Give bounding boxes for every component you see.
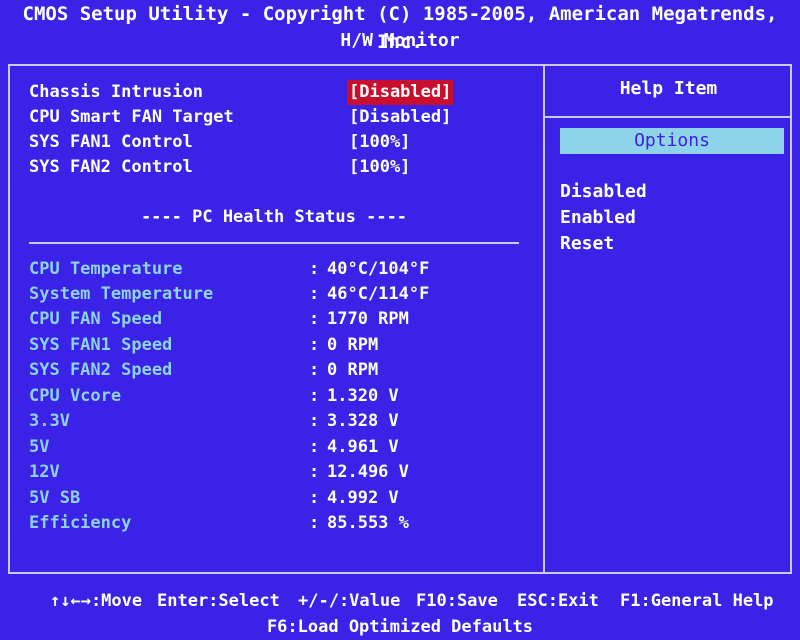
setting-sys-fan2-control[interactable]: SYS FAN2 Control [100%]: [29, 155, 449, 180]
hotkey-value: +/-/:Value: [298, 591, 401, 611]
help-item-title: Help Item: [619, 78, 718, 99]
health-separator: :: [309, 309, 320, 329]
health-row: CPU Vcore : 1.320 V: [29, 384, 509, 409]
health-row: CPU Temperature : 40°C/104°F: [29, 257, 509, 282]
health-value: 40°C/104°F: [327, 259, 430, 279]
setting-value-selected[interactable]: [Disabled]: [347, 80, 454, 105]
health-row: 5V SB : 4.992 V: [29, 486, 509, 511]
health-row: 3.3V : 3.328 V: [29, 409, 509, 434]
health-separator: :: [309, 259, 320, 279]
health-separator: :: [309, 488, 320, 508]
app-title: CMOS Setup Utility - Copyright (C) 1985-…: [0, 0, 800, 53]
health-row: Efficiency : 85.553 %: [29, 511, 509, 536]
setting-label: CPU Smart FAN Target: [29, 107, 234, 127]
setting-value[interactable]: [100%]: [347, 155, 412, 180]
hotkey-bar: ↑↓←→:Move Enter:Select +/-/:Value F10:Sa…: [0, 588, 800, 637]
health-label: 5V SB: [29, 488, 81, 508]
option-item[interactable]: Reset: [560, 231, 780, 257]
health-value: 0 RPM: [327, 360, 379, 380]
section-divider: [29, 242, 519, 244]
health-value: 4.992 V: [327, 488, 399, 508]
setting-value[interactable]: [100%]: [347, 130, 412, 155]
health-label: SYS FAN2 Speed: [29, 360, 173, 380]
page-title: H/W Monitor: [340, 30, 460, 51]
health-label: CPU Vcore: [29, 386, 122, 406]
setting-sys-fan1-control[interactable]: SYS FAN1 Control [100%]: [29, 130, 449, 155]
health-separator: :: [309, 411, 320, 431]
health-section-title: ---- PC Health Status ----: [140, 207, 408, 227]
hotkey-move: ↑↓←→:Move: [50, 591, 143, 611]
setting-label: SYS FAN1 Control: [29, 132, 193, 152]
health-value: 85.553 %: [327, 513, 409, 533]
health-label: SYS FAN1 Speed: [29, 335, 173, 355]
health-row: System Temperature : 46°C/114°F: [29, 282, 509, 307]
health-separator: :: [309, 335, 320, 355]
setting-value[interactable]: [Disabled]: [347, 105, 453, 130]
health-value: 1770 RPM: [327, 309, 409, 329]
options-header: Options: [560, 128, 784, 154]
health-row: SYS FAN2 Speed : 0 RPM: [29, 358, 509, 383]
health-label: CPU FAN Speed: [29, 309, 163, 329]
health-row: SYS FAN1 Speed : 0 RPM: [29, 333, 509, 358]
health-value: 3.328 V: [327, 411, 399, 431]
health-value: 1.320 V: [327, 386, 399, 406]
option-item[interactable]: Disabled: [560, 179, 780, 205]
health-separator: :: [309, 386, 320, 406]
health-separator: :: [309, 360, 320, 380]
help-divider: [545, 116, 792, 118]
hotkey-save: F10:Save: [416, 591, 498, 611]
health-row: 5V : 4.961 V: [29, 435, 509, 460]
health-label: 12V: [29, 462, 60, 482]
option-item[interactable]: Enabled: [560, 205, 780, 231]
health-label: System Temperature: [29, 284, 214, 304]
health-value: 12.496 V: [327, 462, 409, 482]
health-separator: :: [309, 437, 320, 457]
setting-label: Chassis Intrusion: [29, 82, 203, 102]
hotkey-help: F1:General Help: [620, 591, 774, 611]
setting-label: SYS FAN2 Control: [29, 157, 193, 177]
health-label: CPU Temperature: [29, 259, 183, 279]
health-separator: :: [309, 284, 320, 304]
health-label: 5V: [29, 437, 50, 457]
hotkey-exit: ESC:Exit: [517, 591, 599, 611]
hotkey-defaults: F6:Load Optimized Defaults: [266, 617, 534, 637]
setting-chassis-intrusion[interactable]: Chassis Intrusion [Disabled]: [29, 80, 454, 105]
health-label: 3.3V: [29, 411, 70, 431]
health-separator: :: [309, 462, 320, 482]
panel-divider: [543, 64, 545, 574]
health-value: 4.961 V: [327, 437, 399, 457]
setting-cpu-smart-fan-target[interactable]: CPU Smart FAN Target [Disabled]: [29, 105, 451, 130]
health-row: CPU FAN Speed : 1770 RPM: [29, 307, 509, 332]
health-value: 46°C/114°F: [327, 284, 430, 304]
hotkey-select: Enter:Select: [157, 591, 280, 611]
health-separator: :: [309, 513, 320, 533]
health-row: 12V : 12.496 V: [29, 460, 509, 485]
health-label: Efficiency: [29, 513, 132, 533]
health-value: 0 RPM: [327, 335, 379, 355]
